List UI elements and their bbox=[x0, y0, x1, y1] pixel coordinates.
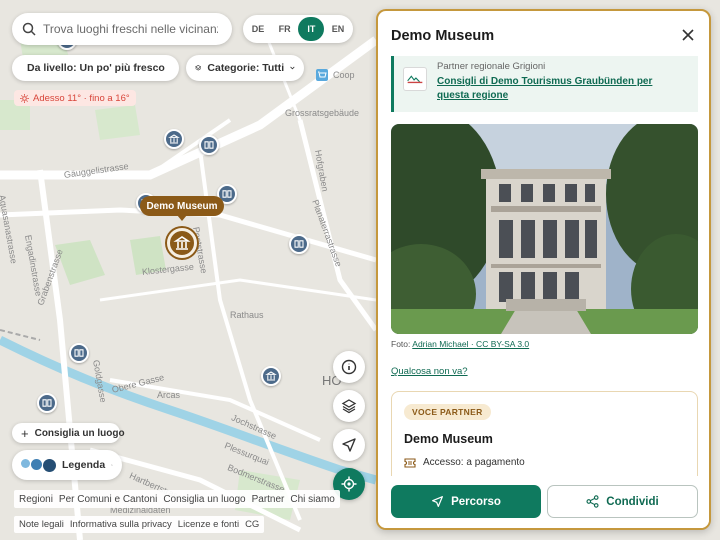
poi-marker[interactable] bbox=[69, 343, 89, 363]
street-label: Grossratsgebäude bbox=[285, 108, 360, 118]
street-label: Arcas bbox=[157, 390, 181, 400]
search-icon bbox=[22, 22, 36, 36]
place-detail-panel: Demo Museum Partner regionale Grigioni C… bbox=[376, 9, 711, 530]
share-icon bbox=[586, 495, 599, 508]
info-button[interactable] bbox=[333, 351, 365, 383]
book-icon bbox=[74, 349, 84, 357]
footer-link-regions[interactable]: Regioni bbox=[19, 494, 53, 505]
footer-link-licenses[interactable]: Licenze e fonti bbox=[178, 519, 239, 530]
book-icon bbox=[204, 141, 214, 149]
shopping-cart-icon bbox=[316, 69, 328, 81]
layers-button[interactable] bbox=[333, 390, 365, 422]
poi-marker[interactable] bbox=[164, 129, 184, 149]
access-text: Accesso: a pagamento bbox=[423, 457, 525, 468]
photo-credit-link[interactable]: Adrian Michael · CC BY-SA 3.0 bbox=[412, 339, 529, 349]
footer-link-municipalities[interactable]: Per Comuni e Cantoni bbox=[59, 494, 157, 505]
legend-label: Legenda bbox=[62, 459, 106, 471]
footer-link-suggest[interactable]: Consiglia un luogo bbox=[163, 494, 245, 505]
ticket-icon bbox=[404, 457, 416, 468]
crosshair-icon bbox=[341, 476, 357, 492]
book-icon bbox=[294, 240, 304, 248]
plus-icon: + bbox=[21, 425, 29, 441]
legend-button[interactable]: Legenda bbox=[12, 450, 122, 480]
chevron-up-icon bbox=[111, 464, 113, 466]
info-icon bbox=[341, 359, 357, 375]
share-button-label: Condividi bbox=[606, 495, 659, 508]
museum-icon bbox=[173, 236, 191, 250]
category-filter-label: Categorie: Tutti bbox=[207, 62, 285, 74]
place-photo bbox=[391, 124, 698, 334]
footer-link-privacy[interactable]: Informativa sulla privacy bbox=[70, 519, 172, 530]
photo-credit-prefix: Foto: bbox=[391, 339, 411, 349]
bank-icon bbox=[265, 371, 277, 381]
panel-title: Demo Museum bbox=[391, 28, 495, 44]
report-issue-link[interactable]: Qualcosa non va? bbox=[391, 366, 468, 377]
navigation-arrow-icon bbox=[342, 438, 356, 452]
sun-icon bbox=[20, 93, 29, 103]
photo-credit: Foto: Adrian Michael · CC BY-SA 3.0 bbox=[391, 339, 529, 349]
footer-link-legal[interactable]: Note legali bbox=[19, 519, 64, 530]
temperature-badge: Adesso 11° · fino a 16° bbox=[14, 90, 136, 106]
poi-marker[interactable] bbox=[289, 234, 309, 254]
route-button-label: Percorso bbox=[451, 495, 501, 508]
lang-it[interactable]: IT bbox=[298, 17, 325, 41]
legend-dots-icon bbox=[21, 458, 56, 472]
card-title: Demo Museum bbox=[404, 432, 493, 446]
lang-fr[interactable]: FR bbox=[272, 17, 298, 41]
navigate-button[interactable] bbox=[333, 429, 365, 461]
lang-en[interactable]: EN bbox=[325, 17, 351, 41]
poi-marker[interactable] bbox=[37, 393, 57, 413]
book-icon bbox=[42, 399, 52, 407]
search-input[interactable] bbox=[43, 22, 218, 36]
layers-icon bbox=[341, 399, 357, 414]
temperature-text: Adesso 11° · fino a 16° bbox=[33, 92, 130, 104]
navigation-arrow-icon bbox=[432, 496, 444, 507]
share-button[interactable]: Condividi bbox=[547, 485, 698, 518]
close-icon[interactable] bbox=[681, 28, 695, 42]
chevron-down-icon bbox=[290, 66, 295, 70]
layers-icon bbox=[195, 64, 202, 71]
partner-logo bbox=[403, 67, 427, 91]
panel-actions: Percorso Condividi bbox=[378, 476, 709, 528]
route-button[interactable]: Percorso bbox=[391, 485, 541, 518]
street-label: Coop bbox=[333, 70, 355, 80]
selected-place-label[interactable]: Demo Museum bbox=[140, 196, 224, 221]
poi-marker[interactable] bbox=[199, 135, 219, 155]
footer-link-about[interactable]: Chi siamo bbox=[290, 494, 334, 505]
bank-icon bbox=[168, 134, 180, 144]
partner-badge: VOCE PARTNER bbox=[404, 404, 491, 420]
regional-partner-box: Partner regionale Grigioni Consigli di D… bbox=[391, 56, 698, 112]
poi-marker[interactable] bbox=[261, 366, 281, 386]
lang-de[interactable]: DE bbox=[245, 17, 271, 41]
search-bar[interactable] bbox=[12, 13, 232, 45]
selected-place-marker[interactable] bbox=[167, 228, 197, 258]
level-filter-dropdown[interactable]: Da livello: Un po' più fresco bbox=[12, 55, 179, 81]
street-label: Rathaus bbox=[230, 310, 264, 320]
level-filter-label: Da livello: Un po' più fresco bbox=[27, 62, 165, 74]
language-switcher: DE FR IT EN bbox=[243, 15, 353, 43]
suggest-place-button[interactable]: + Consiglia un luogo bbox=[12, 423, 125, 443]
footer-link-partner[interactable]: Partner bbox=[252, 494, 285, 505]
footer-nav: Regioni Per Comuni e Cantoni Consiglia u… bbox=[14, 490, 340, 508]
access-info: Accesso: a pagamento bbox=[404, 457, 525, 468]
category-filter-dropdown[interactable]: Categorie: Tutti bbox=[186, 55, 304, 81]
footer-link-terms[interactable]: CG bbox=[245, 519, 259, 530]
footer-legal: Note legali Informativa sulla privacy Li… bbox=[14, 516, 265, 533]
suggest-place-label: Consiglia un luogo bbox=[34, 427, 125, 439]
partner-link[interactable]: Consigli di Demo Tourismus Graubünden pe… bbox=[437, 75, 667, 103]
partner-subtitle: Partner regionale Grigioni bbox=[437, 61, 546, 72]
